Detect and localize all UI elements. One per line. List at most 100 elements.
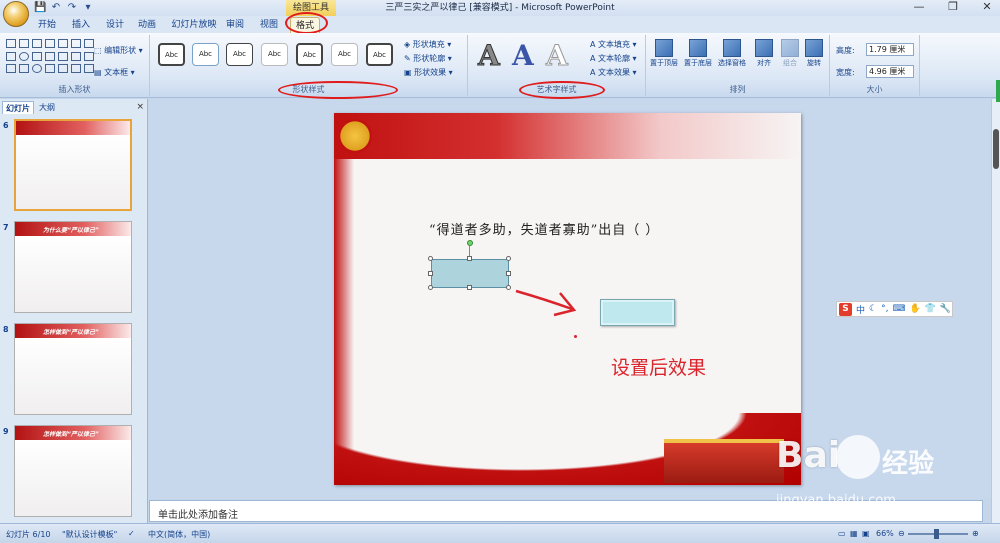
text-fill-button[interactable]: A 文本填充 ▾ — [590, 39, 637, 50]
text-effects-button[interactable]: A 文本效果 ▾ — [590, 67, 637, 78]
tab-animations[interactable]: 动画 — [134, 17, 160, 33]
shape-style-3[interactable]: Abc — [226, 43, 253, 66]
moon-icon[interactable]: ☾ — [869, 304, 877, 314]
question-text[interactable]: “得道者多助，失道者寡助”出自（ ） — [429, 219, 659, 238]
shape-style-7[interactable]: Abc — [366, 43, 393, 66]
shape-style-6[interactable]: Abc — [331, 43, 358, 66]
send-to-back-button[interactable]: 置于底层 — [682, 39, 714, 68]
shape-fill-button[interactable]: ◈ 形状填充 ▾ — [404, 39, 451, 50]
zoom-slider-thumb[interactable] — [934, 529, 939, 539]
text-box-button[interactable]: ▤ 文本框 ▾ — [94, 67, 135, 78]
textbox-shape-icon[interactable] — [19, 39, 29, 48]
rect-shape-icon[interactable] — [45, 39, 55, 48]
bring-to-front-button[interactable]: 置于顶层 — [648, 39, 680, 68]
resize-handle-top-right[interactable] — [506, 256, 511, 261]
ribbon: ⬚ 编辑形状 ▾ ▤ 文本框 ▾ 插入形状 Abc Abc Abc Abc Ab… — [0, 33, 1000, 98]
line-shape-icon[interactable] — [71, 51, 81, 61]
line-shape-icon[interactable] — [58, 39, 68, 48]
close-pane-icon[interactable]: × — [136, 102, 144, 112]
punctuation-icon[interactable]: °, — [881, 304, 888, 314]
ime-lang-toggle[interactable]: 中 — [856, 303, 865, 316]
tab-home[interactable]: 开始 — [34, 17, 60, 33]
tab-slides[interactable]: 幻灯片 — [2, 101, 34, 114]
oval-shape-icon[interactable] — [32, 64, 42, 74]
resize-handle-right[interactable] — [506, 271, 511, 276]
rect-shape-icon[interactable] — [6, 39, 16, 48]
resize-handle-bottom[interactable] — [467, 285, 472, 290]
resize-handle-left[interactable] — [428, 271, 433, 276]
line-shape-icon[interactable] — [84, 39, 94, 48]
wordart-style-2[interactable]: A — [512, 41, 534, 71]
edit-shape-button[interactable]: ⬚ 编辑形状 ▾ — [94, 45, 143, 56]
shirt-icon[interactable]: 👕 — [925, 304, 936, 314]
slide-sorter-icon[interactable]: ▦ — [850, 529, 858, 538]
triangle-shape-icon[interactable] — [45, 51, 55, 61]
thumbnail-slide-8[interactable]: 怎样做到“严以律己” — [14, 323, 132, 415]
thumbnail-slide-7[interactable]: 为什么要“严以律己” — [14, 221, 132, 313]
zoom-slider[interactable] — [908, 529, 968, 539]
resize-handle-top[interactable] — [467, 256, 472, 261]
office-button[interactable] — [3, 1, 29, 27]
shapes-gallery[interactable] — [6, 39, 94, 75]
styled-rectangle-shape[interactable] — [600, 299, 675, 326]
resize-handle-bottom-left[interactable] — [428, 285, 433, 290]
shape-style-4[interactable]: Abc — [261, 43, 288, 66]
zoom-out-icon[interactable]: ⊖ — [898, 529, 905, 538]
line-shape-icon[interactable] — [71, 39, 81, 48]
spell-check-icon[interactable]: ✓ — [128, 529, 135, 538]
tab-review[interactable]: 审阅 — [222, 17, 248, 33]
keyboard-icon[interactable]: ⌨ — [892, 304, 905, 314]
rotate-button[interactable]: 旋转 — [798, 39, 830, 68]
zoom-in-icon[interactable]: ⊕ — [972, 529, 979, 538]
vertical-scrollbar[interactable] — [991, 99, 1000, 523]
zoom-level[interactable]: 66% — [876, 529, 894, 538]
rect-shape-icon[interactable] — [19, 64, 29, 74]
tab-design[interactable]: 设计 — [102, 17, 128, 33]
thumbnail-slide-9[interactable]: 怎样做到“严以律己” — [14, 425, 132, 517]
rect-shape-icon[interactable] — [45, 64, 55, 74]
scrollbar-thumb[interactable] — [993, 129, 999, 169]
text-outline-button[interactable]: A 文本轮廓 ▾ — [590, 53, 637, 64]
shape-outline-button[interactable]: ✎ 形状轮廓 ▾ — [404, 53, 452, 64]
oval-shape-icon[interactable] — [19, 51, 29, 61]
curve-shape-icon[interactable] — [71, 64, 81, 74]
restore-button[interactable]: ❐ — [946, 1, 960, 13]
shape-style-2[interactable]: Abc — [192, 43, 219, 66]
resize-handle-bottom-right[interactable] — [506, 285, 511, 290]
tab-insert[interactable]: 插入 — [68, 17, 94, 33]
shape-effects-button[interactable]: ▣ 形状效果 ▾ — [404, 67, 453, 78]
line-shape-icon[interactable] — [84, 51, 94, 61]
language-indicator[interactable]: 中文(简体，中国) — [148, 529, 210, 540]
shape-style-5[interactable]: Abc — [296, 43, 323, 66]
height-input[interactable]: 1.79 厘米 — [866, 43, 914, 56]
sogou-logo-icon[interactable]: S — [839, 302, 852, 316]
selection-pane-button[interactable]: 选择窗格 — [716, 39, 748, 68]
shape-style-1[interactable]: Abc — [158, 43, 185, 66]
normal-view-icon[interactable]: ▭ — [838, 529, 846, 538]
line-shape-icon[interactable] — [58, 51, 68, 61]
tab-view[interactable]: 视图 — [256, 17, 282, 33]
curve-shape-icon[interactable] — [84, 64, 94, 74]
arrow-shape-icon[interactable] — [58, 64, 68, 74]
rect-shape-icon[interactable] — [6, 64, 16, 74]
rect-shape-icon[interactable] — [32, 39, 42, 48]
wordart-style-1[interactable]: A — [478, 40, 501, 71]
minimize-button[interactable]: — — [912, 1, 926, 13]
hand-icon[interactable]: ✋ — [909, 304, 920, 314]
rotation-handle[interactable] — [467, 240, 473, 246]
selected-rectangle-shape[interactable] — [431, 259, 509, 288]
rect-shape-icon[interactable] — [6, 51, 16, 61]
width-row: 宽度: 4.96 厘米 — [836, 65, 914, 78]
ime-toolbar[interactable]: S 中 ☾ °, ⌨ ✋ 👕 🔧 — [836, 301, 953, 317]
current-slide[interactable]: “得道者多助，失道者寡助”出自（ ） 设置后效果 — [334, 113, 801, 485]
tab-outline[interactable]: 大纲 — [36, 101, 58, 114]
resize-handle-top-left[interactable] — [428, 256, 433, 261]
close-button[interactable]: ✕ — [980, 1, 994, 13]
rect-shape-icon[interactable] — [32, 51, 42, 61]
wrench-icon[interactable]: 🔧 — [940, 304, 951, 314]
thumbnail-slide-6[interactable] — [14, 119, 132, 211]
wordart-style-3[interactable]: A — [546, 40, 569, 71]
tab-slideshow[interactable]: 幻灯片放映 — [168, 17, 220, 33]
slideshow-view-icon[interactable]: ▣ — [862, 529, 870, 538]
width-input[interactable]: 4.96 厘米 — [866, 65, 914, 78]
